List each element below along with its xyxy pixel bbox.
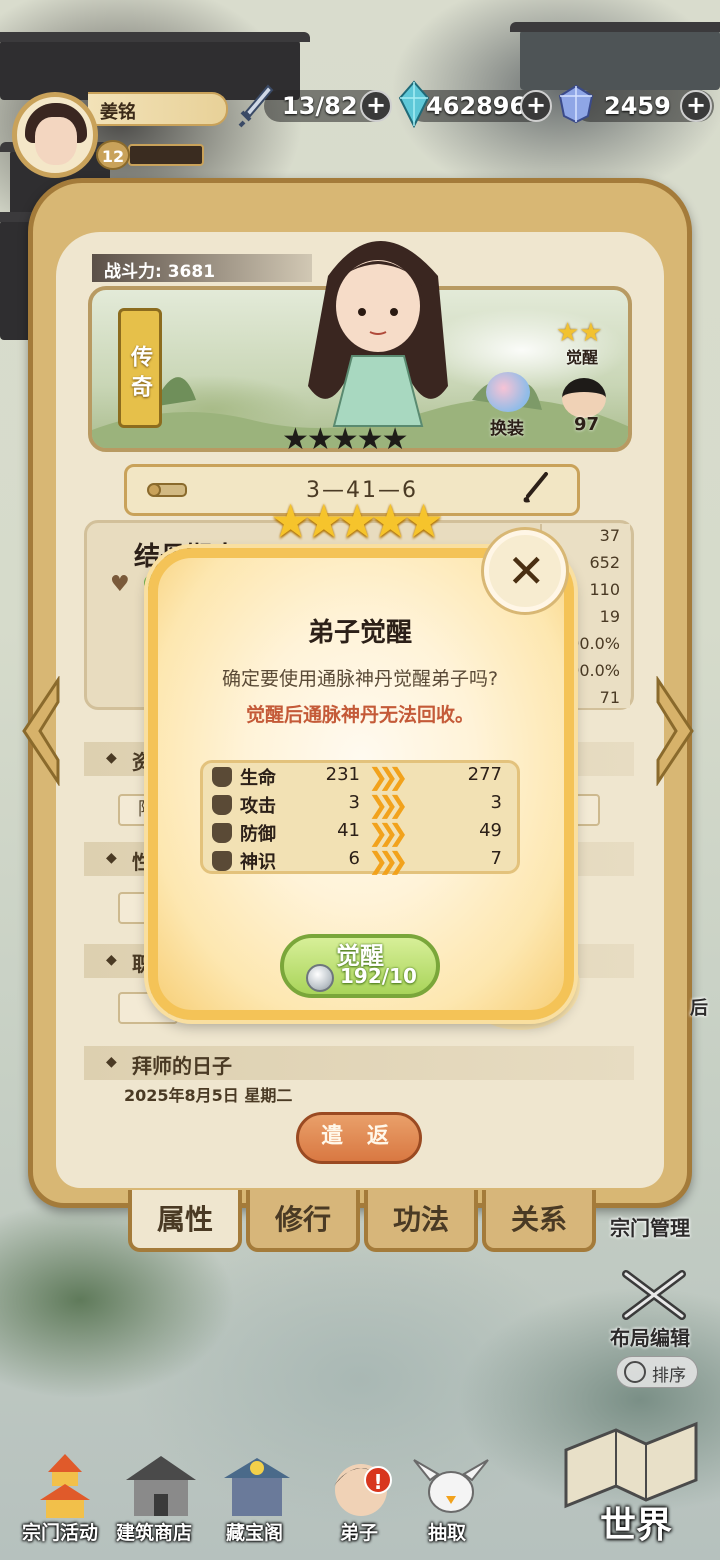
compare-new-value: 49 <box>479 820 502 841</box>
stat-value: 652 <box>589 553 620 572</box>
compare-new-value: 7 <box>490 848 502 869</box>
resource-stamina-value: 13/82 <box>282 92 358 120</box>
player-xp-bar <box>128 144 204 166</box>
compare-old-value: 41 <box>337 820 360 841</box>
compare-row: 生命 231 ❯❯❯ 277 <box>200 763 520 791</box>
player-name: 姜铭 <box>100 102 136 123</box>
combat-power: 战斗力: 3681 <box>104 262 216 282</box>
nav-disciples[interactable]: 弟子 <box>340 1518 378 1545</box>
layout-edit-icon[interactable] <box>616 1266 692 1324</box>
diamond-icon: ◆ <box>106 952 117 968</box>
pagoda-icon[interactable] <box>22 1450 108 1522</box>
layout-edit-button[interactable]: 布局编辑 <box>610 1322 690 1351</box>
favor-value: 97 <box>574 414 600 435</box>
gem-icon <box>558 84 594 124</box>
dialog-question: 确定要使用通脉神丹觉醒弟子吗? <box>221 668 499 690</box>
player-avatar[interactable] <box>12 92 98 178</box>
compare-row: 防御 41 ❯❯❯ 49 <box>200 819 520 847</box>
dismiss-button[interactable]: 遣 返 <box>296 1112 422 1164</box>
awaken-side-button[interactable]: 觉醒 <box>566 344 598 368</box>
join-date: 2025年8月5日 星期二 <box>124 1086 293 1105</box>
disciple-alert-badge: ! <box>364 1466 392 1494</box>
resource-crystal-value: 462896 <box>426 92 527 120</box>
disciple-character[interactable] <box>288 216 468 436</box>
prev-disciple-arrow[interactable] <box>18 676 64 786</box>
rarity-badge: 传奇 <box>118 308 162 428</box>
compare-row: 攻击 3 ❯❯❯ 3 <box>200 791 520 819</box>
nav-draw[interactable]: 抽取 <box>428 1518 466 1545</box>
add-crystal-button[interactable]: + <box>520 90 552 122</box>
fist-icon <box>212 767 232 787</box>
next-disciple-arrow[interactable] <box>652 676 698 786</box>
sort-icon <box>624 1361 646 1383</box>
compare-new-value: 3 <box>490 792 502 813</box>
tab-relations[interactable]: 关系 <box>482 1190 596 1252</box>
compare-stat-name: 生命 <box>240 768 276 789</box>
fist-icon <box>212 795 232 815</box>
change-outfit-button[interactable]: 换装 <box>490 414 524 439</box>
awaken-cost: 192/10 <box>340 964 417 988</box>
compare-stat-name: 神识 <box>240 852 276 873</box>
section-title: 拜师的日子 <box>132 1054 232 1078</box>
sword-icon <box>238 84 274 128</box>
arrow-icon: ❯❯❯ <box>368 763 408 791</box>
compare-old-value: 3 <box>348 792 360 813</box>
add-gem-button[interactable]: + <box>680 90 712 122</box>
nav-sect-activity[interactable]: 宗门活动 <box>22 1518 98 1545</box>
compare-old-value: 6 <box>348 848 360 869</box>
scroll-icon <box>147 483 187 497</box>
resource-gem-value: 2459 <box>604 92 671 120</box>
sect-manage-button[interactable]: 宗门管理 <box>610 1212 690 1241</box>
stat-value: 37 <box>599 526 620 545</box>
compare-stat-name: 攻击 <box>240 796 276 817</box>
dialog-stars: ★★★★★ <box>270 494 444 548</box>
compare-new-value: 277 <box>467 764 502 785</box>
nav-building-shop[interactable]: 建筑商店 <box>116 1518 192 1545</box>
nav-treasure-pavilion[interactable]: 藏宝阁 <box>226 1518 283 1545</box>
compare-old-value: 231 <box>325 764 360 785</box>
arrow-icon: ❯❯❯ <box>368 791 408 819</box>
building-icon[interactable] <box>118 1450 204 1522</box>
tab-techniques[interactable]: 功法 <box>364 1190 478 1252</box>
tab-cultivation[interactable]: 修行 <box>246 1190 360 1252</box>
diamond-icon: ◆ <box>106 1054 117 1070</box>
diamond-icon: ◆ <box>106 850 117 866</box>
outfit-icon <box>486 372 530 412</box>
world-button[interactable]: 世界 <box>600 1496 672 1548</box>
dialog-title: 弟子觉醒 <box>307 618 412 648</box>
side-map-text: 后 <box>690 998 708 1019</box>
treasure-icon[interactable] <box>214 1450 300 1522</box>
sort-label: 排序 <box>652 1366 686 1386</box>
player-level-badge: 12 <box>96 140 130 170</box>
pill-icon <box>306 964 334 992</box>
disciple-icon[interactable] <box>318 1450 404 1522</box>
heart-icon: ♥ <box>110 572 130 597</box>
favor-face-icon <box>562 378 606 418</box>
add-stamina-button[interactable]: + <box>360 90 392 122</box>
arrow-icon: ❯❯❯ <box>368 847 408 875</box>
diamond-icon: ◆ <box>106 750 117 766</box>
edit-brush-icon[interactable] <box>520 472 550 506</box>
bird-icon[interactable] <box>408 1450 494 1522</box>
dialog-warning: 觉醒后通脉神丹无法回收。 <box>245 704 474 726</box>
arrow-icon: ❯❯❯ <box>368 819 408 847</box>
fist-icon <box>212 823 232 843</box>
tab-attributes[interactable]: 属性 <box>128 1190 242 1252</box>
disciple-stars: ★★★★★ <box>282 422 408 457</box>
compare-row: 神识 6 ❯❯❯ 7 <box>200 847 520 875</box>
fist-icon <box>212 851 232 871</box>
close-icon[interactable]: ✕ <box>507 544 546 598</box>
map-building <box>510 22 720 90</box>
world-map-icon[interactable] <box>556 1410 706 1510</box>
compare-stat-name: 防御 <box>240 824 276 845</box>
